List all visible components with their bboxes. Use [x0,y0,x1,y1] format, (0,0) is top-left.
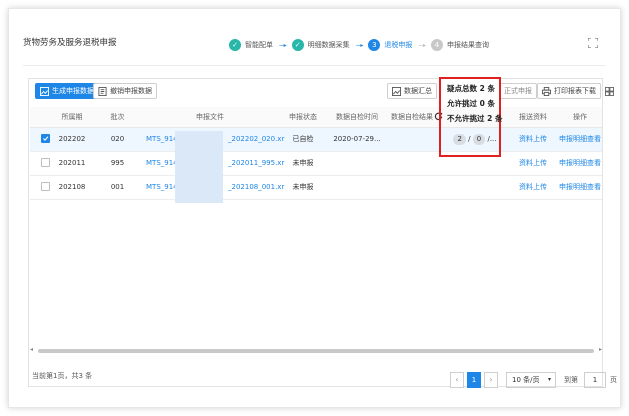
cell-file-prefix[interactable]: MTS_914 [146,152,178,175]
goto-label: 到第 [564,376,578,384]
generate-data-label: 生成申报数据 [52,87,94,95]
generate-data-button[interactable]: 生成申报数据 [35,83,99,99]
cell-period: 202011 [58,159,86,167]
col-file: 申报文件 [196,113,224,121]
cell-file-suffix[interactable]: _202011_995.xr [228,152,284,175]
header-divider [23,65,606,66]
table-row[interactable]: 202202 020 MTS_914 _202202_020.xr 已自检 20… [30,128,602,152]
tooltip-allowed: 允许挑过 0 条 [447,99,495,108]
cell-check-time: 2020-07-29... [333,135,381,143]
col-actions: 操作 [573,113,587,121]
cell-batch: 995 [110,159,125,167]
table-header: 所属期 批次 申报文件 申报状态 数据自检时间 数据自检结果 报送资料 操作 [30,107,602,128]
horizontal-scrollbar[interactable]: ◂ ▸ [30,346,602,355]
step-1-label: 智能配单 [245,41,273,49]
summary-label: 数据汇总 [404,87,432,95]
cancel-data-button[interactable]: 撤销申报数据 [93,83,157,99]
cell-file-prefix[interactable]: MTS_914 [146,128,178,151]
col-batch: 批次 [110,113,125,121]
check-icon [43,136,49,141]
cell-status: 未申报 [292,159,314,167]
row-checkbox[interactable] [41,158,50,167]
cell-status: 已自检 [292,135,314,143]
cell-status: 未申报 [292,183,314,191]
column-settings-icon[interactable] [605,87,614,96]
col-check-result: 数据自检结果 [391,113,433,121]
scrollbar-thumb[interactable] [38,349,594,353]
print-download-label: 打印报表下载 [554,87,596,95]
col-status: 申报状态 [289,113,317,121]
goto-suffix: 页 [610,376,617,384]
app-frame: 货物劳务及服务退税申报 ✓ 智能配单 ----▸ ✓ 明细数据采集 ----▸ … [8,8,621,408]
view-details-link[interactable]: 申报明细查看 [558,128,602,151]
formal-declare-label: 正式申报 [504,87,532,95]
upload-docs-link[interactable]: 资料上传 [510,152,556,175]
check-icon: ✓ [291,39,304,51]
image-icon [40,86,49,96]
scroll-left-icon[interactable]: ◂ [30,346,33,353]
cell-period: 202202 [58,135,86,143]
upload-docs-link[interactable]: 资料上传 [510,128,556,151]
cell-file-prefix[interactable]: MTS_914 [146,176,178,199]
step-3-number: 3 [368,39,381,51]
page-title: 货物劳务及服务退税申报 [23,38,117,48]
scroll-right-icon[interactable]: ▸ [599,346,602,353]
prev-page-button[interactable]: ‹ [450,372,464,388]
tooltip-total: 疑点总数 2 条 [447,84,495,93]
document-icon [98,86,107,96]
step-4-label: 申报结果查询 [447,41,490,49]
table-row[interactable]: 202011 995 MTS_914 _202011_995.xr 未申报 资料… [30,152,602,176]
step-arrow-icon: ----▸ [355,41,364,49]
print-download-button[interactable]: 打印报表下载 [537,83,601,99]
step-3[interactable]: 3 退税申报 [368,39,412,51]
row-checkbox[interactable] [41,182,50,191]
chevron-down-icon: ▾ [547,376,551,383]
next-page-button[interactable]: › [484,372,498,388]
step-2[interactable]: ✓ 明细数据采集 [291,39,350,51]
step-2-label: 明细数据采集 [307,41,350,49]
page-size-value: 10 条/页 [512,376,540,384]
step-progress: ✓ 智能配单 ----▸ ✓ 明细数据采集 ----▸ 3 退税申报 ----▸… [229,35,489,55]
cell-file-suffix[interactable]: _202108_001.xr [228,176,284,199]
cancel-data-label: 撤销申报数据 [110,87,152,95]
col-period: 所属期 [61,113,83,121]
fullscreen-icon[interactable] [588,38,598,48]
check-result-tooltip: 疑点总数 2 条 允许挑过 0 条 不允许挑过 2 条 [439,77,503,157]
step-3-label: 退税申报 [384,41,413,49]
col-check-time: 数据自检时间 [336,113,378,121]
redacted-region [175,131,223,203]
cell-period: 202108 [58,183,86,191]
declaration-panel: 生成申报数据 撤销申报数据 数据汇总 正式申报 打印报表下载 所属期 批次 申报… [28,78,614,387]
cell-batch: 020 [110,135,125,143]
step-4-number: 4 [431,39,444,51]
cell-file-suffix[interactable]: _202202_020.xr [228,128,284,151]
step-1[interactable]: ✓ 智能配单 [229,39,273,51]
step-arrow-icon: ----▸ [418,41,426,49]
col-docs: 报送资料 [519,113,547,121]
printer-icon [542,86,551,96]
cell-batch: 001 [110,183,125,191]
step-arrow-icon: ----▸ [279,41,287,49]
view-details-link[interactable]: 申报明细查看 [558,152,602,175]
view-details-link[interactable]: 申报明细查看 [558,176,602,199]
pagination-summary: 当前第1页，共3 条 [32,372,93,380]
page-number-button[interactable]: 1 [467,372,481,388]
upload-docs-link[interactable]: 资料上传 [510,176,556,199]
goto-page-input[interactable]: 1 [584,372,606,388]
formal-declare-button[interactable]: 正式申报 [499,83,537,99]
table-row[interactable]: 202108 001 MTS_914 _202108_001.xr 未申报 资料… [30,176,602,200]
check-icon: ✓ [229,39,241,51]
page-size-select[interactable]: 10 条/页 ▾ [506,372,556,388]
summary-button[interactable]: 数据汇总 [387,83,437,99]
image-icon [392,86,401,96]
row-checkbox[interactable] [41,134,50,143]
step-4[interactable]: 4 申报结果查询 [431,39,489,51]
tooltip-not-allowed: 不允许挑过 2 条 [447,114,503,123]
